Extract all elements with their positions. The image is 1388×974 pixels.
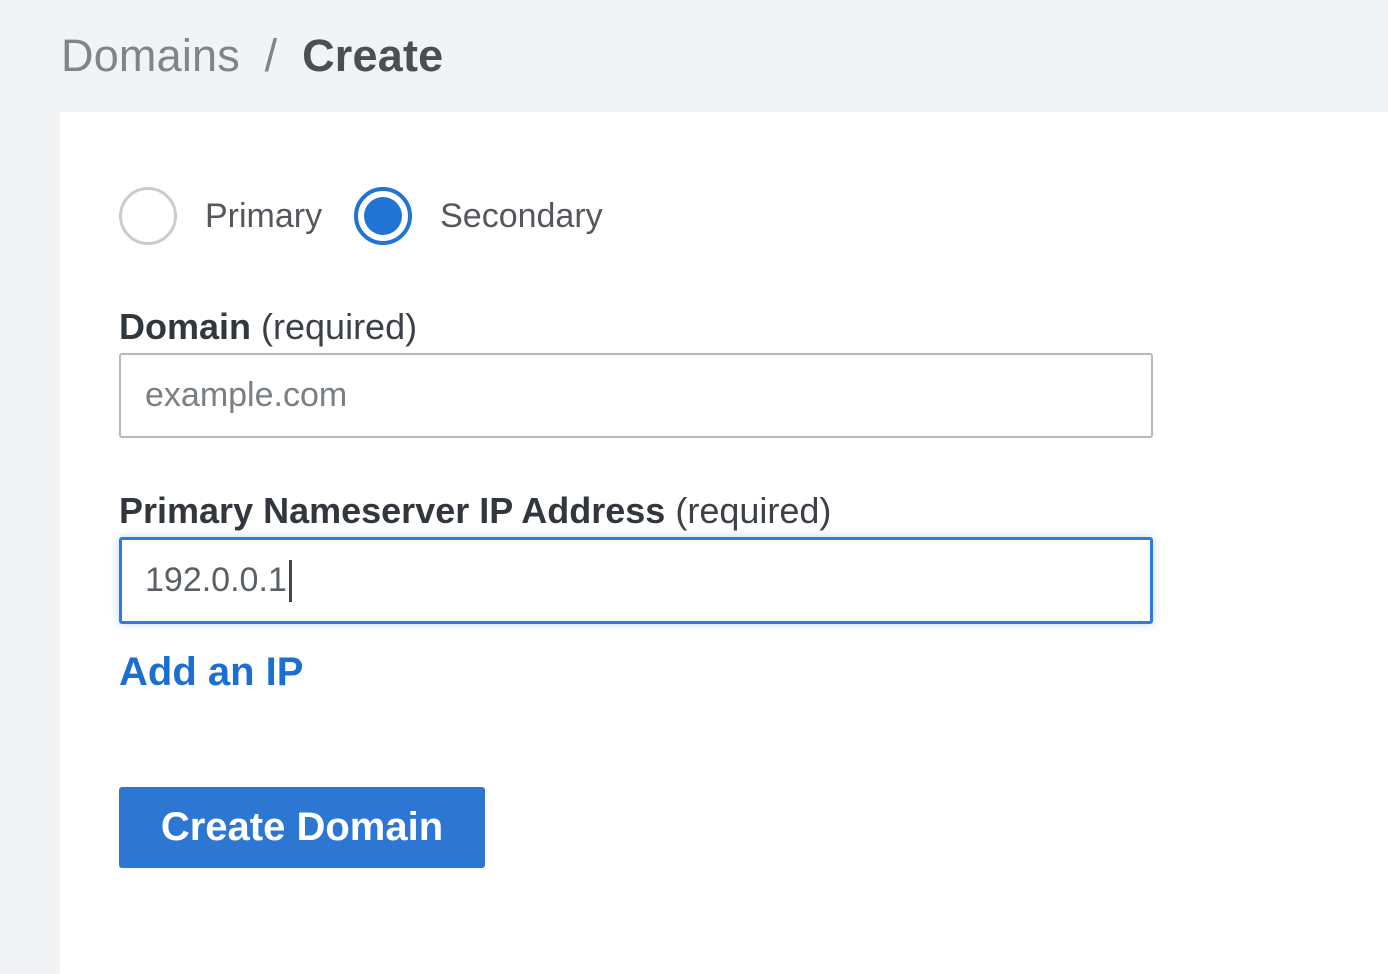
spacer [119, 438, 1348, 490]
add-ip-link[interactable]: Add an IP [119, 650, 303, 695]
primary-ns-ip-input[interactable]: 192.0.0.1 [119, 537, 1153, 624]
breadcrumb-separator: / [265, 30, 278, 81]
radio-label-secondary: Secondary [440, 197, 603, 236]
domain-input[interactable] [119, 353, 1153, 438]
radio-selected-dot [364, 197, 402, 235]
radio-option-secondary[interactable]: Secondary [354, 187, 603, 245]
breadcrumb: Domains / Create [61, 30, 443, 82]
domain-required-text: (required) [261, 306, 417, 347]
create-domain-button[interactable]: Create Domain [119, 787, 485, 868]
primary-nameserver-ip-field: Primary Nameserver IP Address (required)… [119, 490, 1348, 624]
radio-unselected-icon[interactable] [119, 187, 177, 245]
primary-ns-ip-label-text: Primary Nameserver IP Address [119, 490, 665, 531]
primary-ns-ip-value: 192.0.0.1 [145, 561, 287, 600]
domain-field-label: Domain (required) [119, 306, 1348, 348]
radio-selected-icon[interactable] [354, 187, 412, 245]
page-title: Create [302, 30, 443, 81]
create-domain-form-card: Primary Secondary Domain (required) Prim… [60, 112, 1388, 974]
domain-type-radio-group: Primary Secondary [119, 186, 1348, 246]
text-cursor [289, 560, 292, 602]
primary-ns-ip-label: Primary Nameserver IP Address (required) [119, 490, 1348, 532]
domain-field: Domain (required) [119, 306, 1348, 438]
radio-label-primary: Primary [205, 197, 322, 236]
primary-ns-ip-required-text: (required) [675, 490, 831, 531]
top-bar: Domains / Create [0, 0, 1388, 112]
breadcrumb-domains-link[interactable]: Domains [61, 30, 240, 81]
domain-label-text: Domain [119, 306, 251, 347]
radio-option-primary[interactable]: Primary [119, 187, 322, 245]
